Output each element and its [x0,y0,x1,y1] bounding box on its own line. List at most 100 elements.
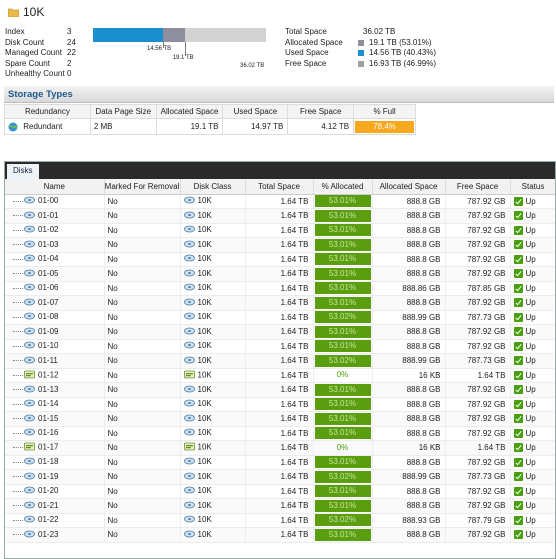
space-row: Total Space 36.02 TB [285,27,436,38]
allocated-space-value: 888.8 GB [372,484,446,499]
table-row[interactable]: 01-11 No 10K 1.64 TB 53.02% 888.99 GB 787.73 G… [5,353,555,369]
pct-allocated-value: 53.02% [314,514,371,527]
status-cell: Up [510,353,555,369]
space-label: Used Space [285,48,329,57]
disk-name-cell: 01-11 [5,353,105,369]
tree-connector [13,200,23,202]
status-value: Up [525,356,536,366]
spare-disk-icon [24,442,35,453]
status-value: Up [525,341,536,351]
table-row[interactable]: 01-08 No 10K 1.64 TB 53.02% 888.99 GB 787.73 G… [5,310,555,325]
table-row[interactable]: 01-03 No 10K 1.64 TB 53.01% 888.8 GB 787.92 GB… [5,237,555,253]
table-row[interactable]: 01-21 No 10K 1.64 TB 53.01% 888.8 GB 787.92 GB… [5,498,555,514]
table-row[interactable]: 01-00 No 10K 1.64 TB 53.01% 888.8 GB 787.92 GB… [5,194,555,209]
table-row[interactable]: 01-22 No 10K 1.64 TB 53.02% 888.93 GB 787.79 G… [5,513,555,528]
table-row[interactable]: 01-19 No 10K 1.64 TB 53.02% 888.99 GB 787.73 G… [5,469,555,485]
pct-allocated-cell: 53.01% [313,281,373,296]
disk-class-value: 10K [197,384,212,394]
total-space-value: 1.64 TB [245,411,314,427]
col-marked-for-removal[interactable]: Marked For Removal [104,179,181,195]
status-value: Up [525,428,536,438]
removal-value: No [104,397,181,412]
free-space-value: 787.92 GB [445,527,511,543]
table-row[interactable]: 01-01 No 10K 1.64 TB 53.01% 888.8 GB 787.92 GB… [5,208,555,224]
disk-icon [24,457,35,467]
table-row[interactable]: 01-13 No 10K 1.64 TB 53.01% 888.8 GB 787.92 GB… [5,382,555,398]
removal-value: No [104,266,181,282]
pct-allocated-cell: 53.01% [313,339,373,354]
col-name[interactable]: Name [5,179,105,195]
col-disk-class[interactable]: Disk Class [180,179,246,195]
disk-icon [24,530,35,540]
disk-name: 01-00 [38,196,59,206]
col-used[interactable]: Used Space [222,104,289,119]
disk-name-cell: 01-04 [5,252,105,267]
status-value: Up [525,283,536,293]
pct-allocated-value: 53.01% [314,224,371,237]
pct-allocated-value: 53.01% [314,238,371,251]
allocated-space-value: 888.99 GB [372,310,446,325]
allocated-space-value: 888.86 GB [372,281,446,296]
table-row[interactable]: Redundant 2 MB 19.1 TB 14.97 TB 4.12 TB … [4,118,416,135]
disk-name-cell: 01-14 [5,397,105,412]
table-row[interactable]: 01-06 No 10K 1.64 TB 53.01% 888.86 GB 787.85 G… [5,281,555,296]
col-free-space[interactable]: Free Space [445,179,511,195]
disk-name: 01-19 [38,471,59,481]
allocated-space-value: 888.8 GB [372,397,446,412]
table-row[interactable]: 01-17 No 10K 1.64 TB 0% 16 KB 1.64 TB Up [5,440,555,456]
summary-value: 2 [67,58,72,68]
table-row[interactable]: 01-07 No 10K 1.64 TB 53.01% 888.8 GB 787.92 GB… [5,295,555,311]
disk-name: 01-18 [38,457,59,467]
table-row[interactable]: 01-20 No 10K 1.64 TB 53.01% 888.8 GB 787.92 GB… [5,484,555,499]
status-value: Up [525,211,536,221]
col-total-space[interactable]: Total Space [245,179,314,195]
total-space-value: 1.64 TB [245,527,314,543]
col-allocated-space[interactable]: Allocated Space [372,179,446,195]
col-allocated[interactable]: Allocated Space [155,104,224,119]
disk-class-cell: 10K [180,455,246,470]
table-row[interactable]: 01-14 No 10K 1.64 TB 53.01% 888.8 GB 787.92 GB… [5,397,555,412]
table-row[interactable]: 01-15 No 10K 1.64 TB 53.01% 888.8 GB 787.92 GB… [5,411,555,427]
table-row[interactable]: 01-04 No 10K 1.64 TB 53.01% 888.8 GB 787.92 GB… [5,252,555,267]
disk-class-cell: 10K [180,295,246,311]
table-row[interactable]: 01-16 No 10K 1.64 TB 53.01% 888.8 GB 787.92 GB… [5,426,555,441]
status-cell: Up [510,484,555,499]
free-space-value: 787.79 GB [445,513,511,528]
summary-space: Total Space 36.02 TB Allocated Space 19.1 T… [285,27,436,69]
status-cell: Up [510,266,555,282]
table-row[interactable]: 01-05 No 10K 1.64 TB 53.01% 888.8 GB 787.92 GB… [5,266,555,282]
col-status[interactable]: Status [510,179,555,195]
col-pct-allocated[interactable]: % Allocated [313,179,373,195]
disk-icon [24,399,35,409]
total-space-value: 1.64 TB [245,194,314,209]
disk-icon [24,283,35,293]
tree-connector [13,331,23,333]
table-row[interactable]: 01-02 No 10K 1.64 TB 53.01% 888.8 GB 787.92 GB… [5,223,555,238]
total-space-value: 1.64 TB [245,266,314,282]
col-full[interactable]: % Full [353,104,416,119]
col-page-size[interactable]: Data Page Size [89,104,157,119]
disk-icon [183,428,195,438]
col-free[interactable]: Free Space [287,104,355,119]
disk-class-value: 10K [197,210,212,220]
disk-class-value: 10K [197,442,212,452]
disk-name-cell: 01-22 [5,513,105,528]
pct-allocated-cell: 53.01% [313,223,373,238]
space-label: Allocated Space [285,37,343,47]
tree-connector [13,447,23,449]
table-row[interactable]: 01-10 No 10K 1.64 TB 53.01% 888.8 GB 787.92 GB… [5,339,555,354]
table-row[interactable]: 01-18 No 10K 1.64 TB 53.01% 888.8 GB 787.92 GB… [5,455,555,470]
table-row[interactable]: 01-23 No 10K 1.64 TB 53.01% 888.8 GB 787.92 GB… [5,527,555,543]
check-icon [513,269,523,279]
disk-class-value: 10K [197,268,212,278]
total-space-value: 1.64 TB [245,484,314,499]
tab-disks[interactable]: Disks [7,164,39,179]
status-value: Up [525,472,536,482]
removal-value: No [104,527,181,543]
legend-swatch [358,60,364,67]
removal-value: No [104,252,181,267]
col-redundancy[interactable]: Redundancy [4,104,91,119]
table-row[interactable]: 01-09 No 10K 1.64 TB 53.01% 888.8 GB 787.92 GB… [5,324,555,340]
pct-allocated-value: 53.01% [314,528,371,541]
table-row[interactable]: 01-12 No 10K 1.64 TB 0% 16 KB 1.64 TB Up [5,368,555,383]
